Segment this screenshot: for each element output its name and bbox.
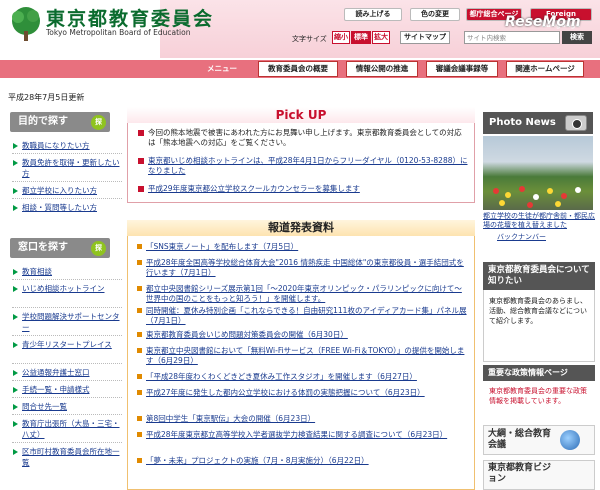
- nav-tab-related[interactable]: 関連ホームページ: [506, 61, 584, 77]
- divider: [12, 442, 122, 443]
- divider: [12, 307, 122, 308]
- purpose-section-title: 目的で探す探: [10, 112, 110, 132]
- window-item-forms[interactable]: 手続一覧・申請様式: [12, 384, 122, 395]
- news-item[interactable]: 東京都教育委員会いじめ問題対策委員会の開催（6月30日）: [136, 330, 468, 340]
- font-small-button[interactable]: 縮小: [332, 31, 350, 44]
- divider: [12, 153, 122, 154]
- org-name-en: Tokyo Metropolitan Board of Education: [46, 28, 191, 37]
- taiko-label: 大綱・総合教育会議: [488, 429, 552, 450]
- divider: [12, 279, 122, 280]
- news-item[interactable]: 東京都立中央図書館において「無料Wi-Fiサービス（FREE Wi-Fi＆TOK…: [136, 346, 468, 366]
- board-info-text: 東京都教育委員会のあらまし、活動、総合教育会議などについて紹介します。: [489, 297, 587, 325]
- nav-tab-disclosure[interactable]: 情報公開の推進: [346, 61, 418, 77]
- window-item-restart[interactable]: 青少年リスタートプレイス: [12, 339, 122, 350]
- divider: [12, 335, 122, 336]
- window-section-title: 窓口を探す探: [10, 238, 110, 258]
- resemom-watermark: ReseMom: [505, 14, 581, 30]
- search-icon: 探: [91, 241, 106, 256]
- news-item[interactable]: 平成28年度全国高等学校総合体育大会"2016 情熱疾走 中国総体"の東京都役員…: [136, 258, 468, 278]
- news-item[interactable]: 平成27年度に発生した都内公立学校における体罰の実態把握について（6月23日）: [136, 388, 468, 398]
- logo-icon[interactable]: [6, 5, 46, 45]
- divider: [12, 181, 122, 182]
- divider: [12, 414, 122, 415]
- update-date: 平成28年7月5日更新: [8, 93, 85, 102]
- news-item[interactable]: 都立中央図書館シリーズ展示第1回「〜2020年東京オリンピック・パラリンピックに…: [136, 284, 468, 304]
- window-item-consult[interactable]: 教育相談: [12, 266, 122, 277]
- pickup-item-counselor[interactable]: 平成29年度東京都公立学校スクールカウンセラーを募集します: [138, 184, 468, 194]
- purpose-item-consult[interactable]: 相談・質問等したい方: [12, 202, 122, 213]
- news-item[interactable]: 「SNS東京ノート」を配布します（7月5日）: [136, 242, 468, 252]
- nav-tab-minutes[interactable]: 審議会議事録等: [426, 61, 498, 77]
- font-standard-button[interactable]: 標準: [351, 31, 371, 44]
- globe-icon: [560, 430, 580, 450]
- window-item-municipal[interactable]: 区市町村教育委員会所在地一覧: [12, 446, 122, 468]
- press-release-title: 報道発表資料: [127, 220, 475, 236]
- policy-text: 東京都教育委員会の重要な政策情報を掲載しています。: [489, 387, 587, 405]
- news-item[interactable]: 「夢・未来」プロジェクトの実施（7月・8月実施分）（6月22日）: [136, 456, 468, 466]
- news-item[interactable]: 第8回中学生「東京駅伝」大会の開催（6月23日）: [136, 414, 468, 424]
- window-item-whistle[interactable]: 公益通報弁護士窓口: [12, 367, 122, 378]
- news-item[interactable]: 「平成28年度わくわくどきどき夏休み工作スタジオ」を開催します（6月27日）: [136, 372, 468, 382]
- pickup-title: Pick UP: [127, 107, 475, 123]
- nav-tab-overview[interactable]: 教育委員会の概要: [258, 61, 338, 77]
- back-number-link[interactable]: バックナンバー: [497, 232, 546, 242]
- purpose-item-teacher[interactable]: 教職員になりたい方: [12, 140, 122, 151]
- divider: [12, 397, 122, 398]
- pickup-item-kumamoto[interactable]: 今回の熊本地震で被害にあわれた方にお見舞い申し上げます。東京都教育委員会としての…: [138, 128, 468, 148]
- policy-title[interactable]: 重要な政策情報ページ: [483, 365, 595, 381]
- news-item[interactable]: 平成28年度東京都立高等学校入学者選抜学力検査結果に関する調査について（6月23…: [136, 430, 468, 440]
- board-info-title[interactable]: 東京都教育委員会について知りたい: [483, 262, 595, 290]
- photo-news-caption[interactable]: 都立学校の生徒が都庁舎前・都民広場の花壇を植え替えました: [483, 212, 595, 230]
- vision-label: 東京都教育ビジョン: [488, 463, 552, 484]
- color-change-button[interactable]: 色の変更: [410, 8, 460, 21]
- read-aloud-button[interactable]: 読み上げる: [344, 8, 402, 21]
- divider: [12, 380, 122, 381]
- camera-icon: [565, 115, 587, 131]
- photo-news-image[interactable]: [483, 136, 593, 210]
- divider: [12, 198, 122, 199]
- purpose-item-license[interactable]: 教員免許を取得・更新したい方: [12, 157, 122, 179]
- window-item-branch[interactable]: 教育庁出張所（大島・三宅・八丈）: [12, 418, 122, 440]
- window-item-ijime[interactable]: いじめ相談ホットライン: [12, 283, 122, 294]
- window-item-support[interactable]: 学校問題解決サポートセンター: [12, 311, 122, 333]
- search-input[interactable]: サイト内検索: [464, 31, 560, 44]
- font-size-label: 文字サイズ: [292, 35, 327, 43]
- sitemap-button[interactable]: サイトマップ: [400, 31, 450, 44]
- purpose-item-school[interactable]: 都立学校に入りたい方: [12, 185, 122, 196]
- search-icon: 探: [91, 115, 106, 130]
- menu-label: メニュー: [207, 64, 237, 73]
- search-button[interactable]: 検索: [562, 31, 592, 44]
- divider: [12, 363, 122, 364]
- news-item[interactable]: 同時開催：夏休み特別企画「これならできる！自由研究111枚のアイディアカード集」…: [136, 306, 468, 326]
- pickup-item-hotline[interactable]: 東京都いじめ相談ホットラインは、平成28年4月1日からフリーダイヤル（0120-…: [138, 156, 468, 176]
- org-name[interactable]: 東京都教育委員会: [46, 4, 214, 31]
- window-item-contacts[interactable]: 問合せ先一覧: [12, 401, 122, 412]
- font-large-button[interactable]: 拡大: [372, 31, 390, 44]
